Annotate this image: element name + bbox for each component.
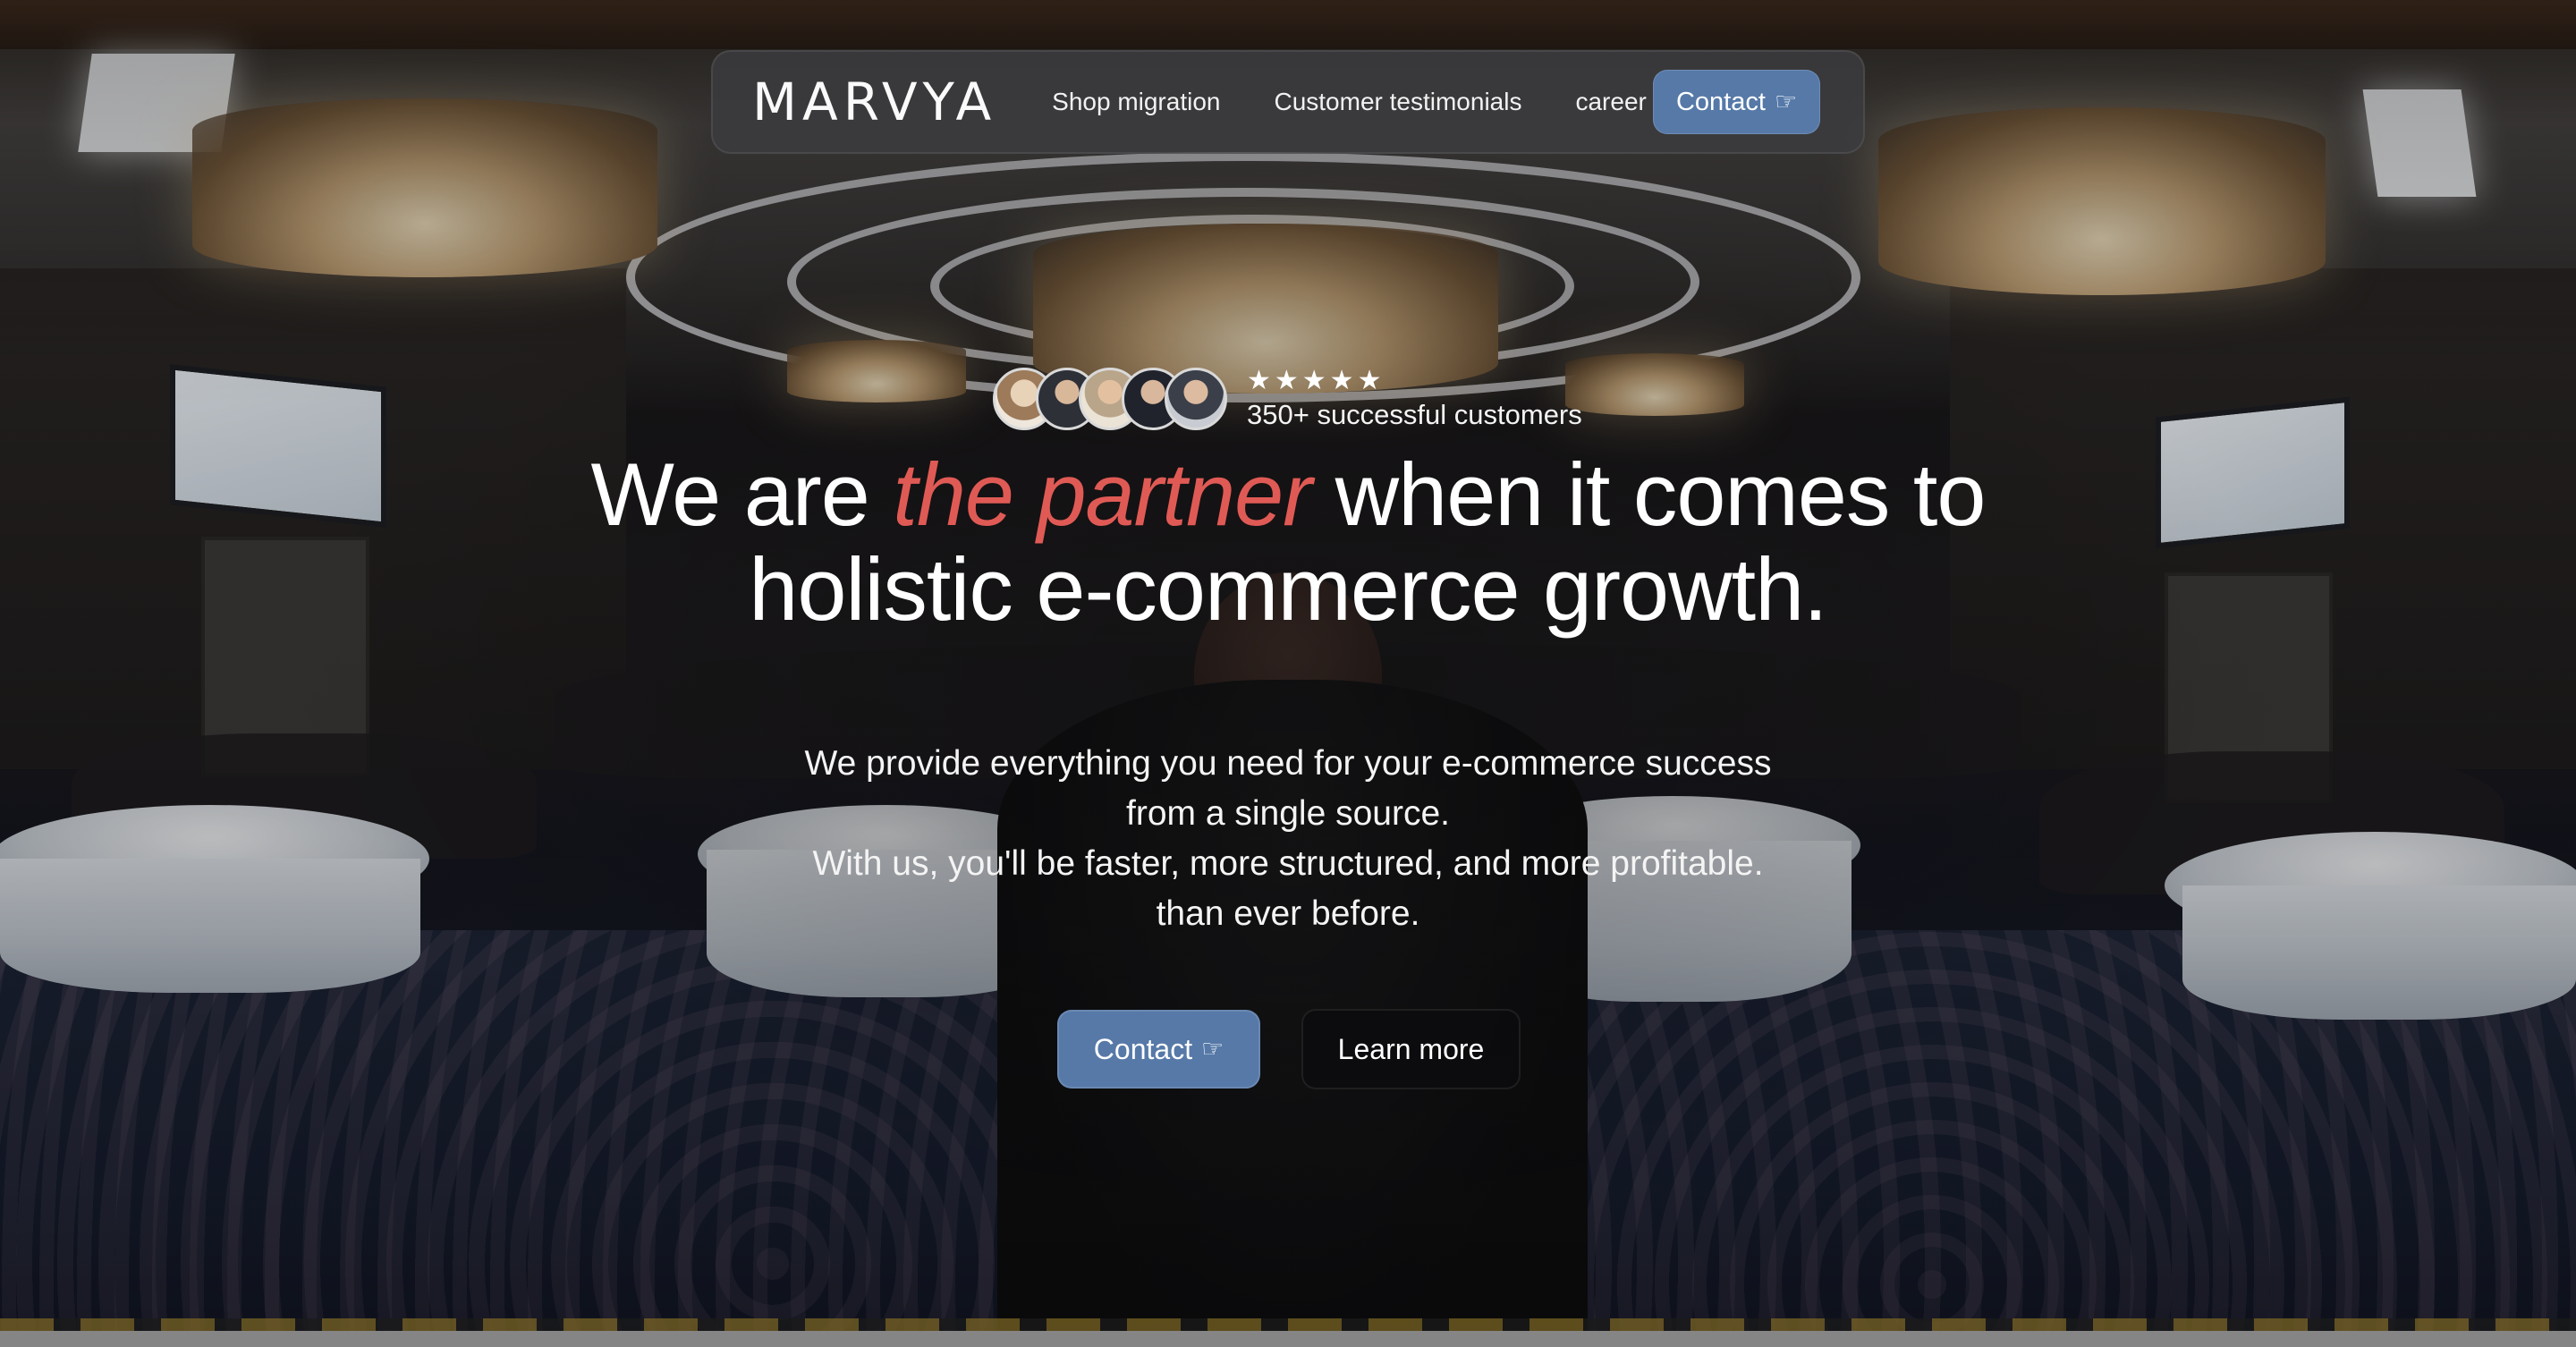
hero-headline: We are the partner when it comes to holis… <box>304 447 2272 637</box>
pointing-hand-icon: ☜ <box>1201 1035 1224 1063</box>
subtext-line: than ever before. <box>1156 894 1420 933</box>
nav-link-customer-testimonials[interactable]: Customer testimonials <box>1274 88 1521 116</box>
background-photo <box>0 0 2576 1347</box>
customer-avatars <box>993 368 1227 430</box>
vignette <box>0 0 2576 1347</box>
headline-start: We are <box>590 445 894 544</box>
social-proof-text: ★★★★★ 350+ successful customers <box>1247 367 1582 431</box>
subtext-line: from a single source. <box>1126 794 1450 833</box>
hero-contact-label: Contact <box>1093 1032 1193 1065</box>
subtext-line: With us, you'll be faster, more structur… <box>812 844 1764 883</box>
nav-contact-button[interactable]: Contact ☜ <box>1652 70 1820 134</box>
nav-link-career[interactable]: career <box>1575 88 1646 116</box>
headline-line-2: holistic e-commerce growth. <box>749 539 1827 639</box>
headline-end: when it comes to <box>1311 445 1987 544</box>
social-proof: ★★★★★ 350+ successful customers <box>993 363 1582 435</box>
nav-contact-label: Contact <box>1675 87 1766 116</box>
learn-more-button[interactable]: Learn more <box>1301 1009 1521 1089</box>
avatar <box>1165 368 1227 430</box>
hero-contact-button[interactable]: Contact ☜ <box>1057 1010 1260 1089</box>
hero-page: MARVYA Shop migration Customer testimoni… <box>0 0 2576 1347</box>
subtext-line: We provide everything you need for your … <box>804 744 1772 783</box>
customer-count-label: 350+ successful customers <box>1247 399 1582 430</box>
top-navigation: MARVYA Shop migration Customer testimoni… <box>711 50 1865 154</box>
rating-stars-icon: ★★★★★ <box>1247 366 1385 395</box>
pointing-hand-icon: ☜ <box>1774 88 1797 115</box>
hero-subtext: We provide everything you need for your … <box>483 739 2093 939</box>
headline-accent: the partner <box>893 445 1312 544</box>
brand-logo[interactable]: MARVYA <box>752 76 996 128</box>
nav-link-shop-migration[interactable]: Shop migration <box>1052 88 1220 116</box>
